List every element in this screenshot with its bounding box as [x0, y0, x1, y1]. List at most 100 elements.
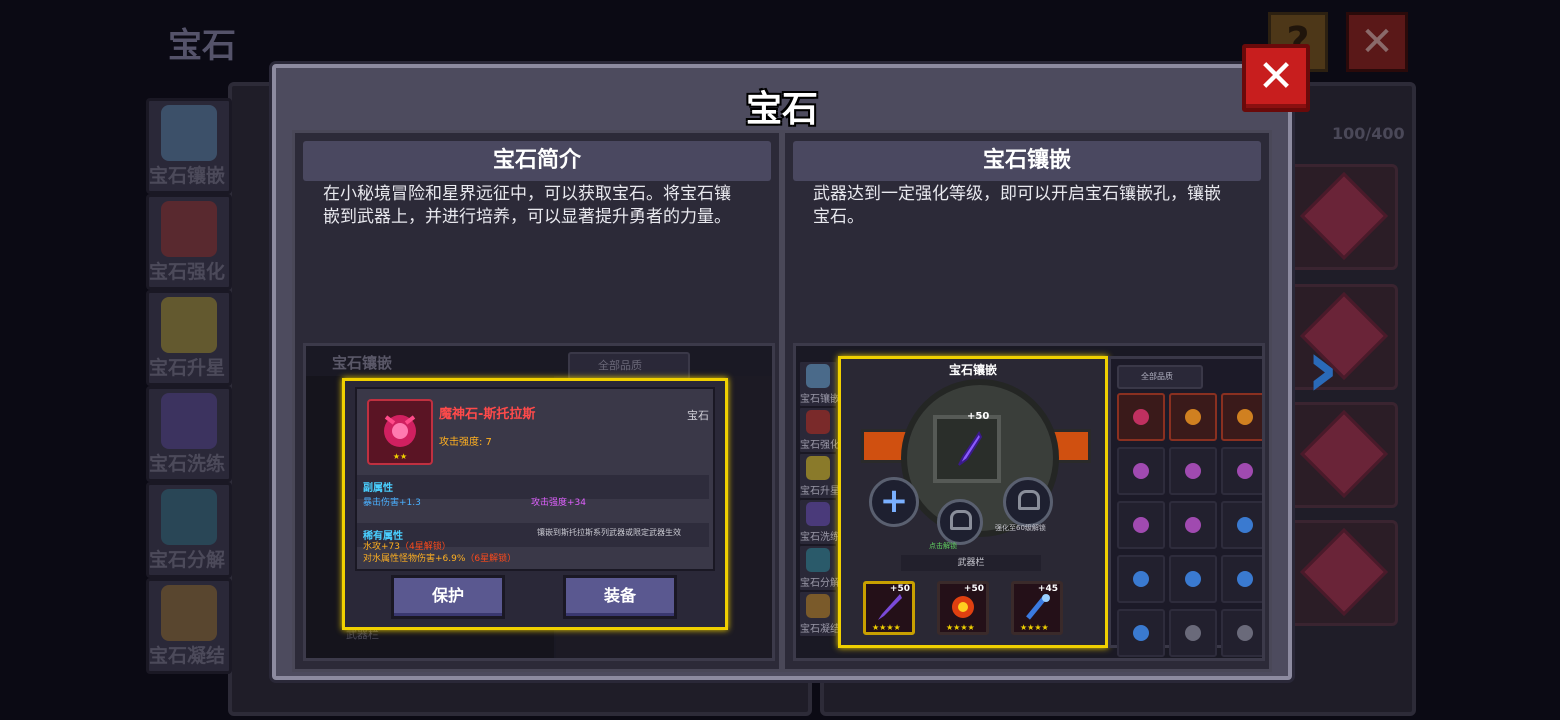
sword-icon [958, 431, 983, 466]
mini-tab-label: 宝石分解 [800, 578, 840, 589]
sub-attr-label: 副属性 [363, 483, 393, 494]
gem-icon [1133, 463, 1149, 479]
sidebar-item-label: 宝石洗练 [149, 453, 226, 475]
weapon-slot: +45 ★★★★ [1011, 581, 1063, 635]
sidebar-item-gem-enhance[interactable]: 宝石强化 [146, 194, 232, 290]
svg-text:★★: ★★ [393, 452, 407, 461]
screen-title: 宝石 [168, 26, 236, 66]
background-gem-slot[interactable] [1288, 164, 1398, 270]
preview-sidebar: 宝石镶嵌 宝石强化 宝石升星 宝石洗练 宝石分解 宝石凝结 [796, 360, 840, 658]
rare-attr-note: 镶嵌到斯托拉斯系列武器或限定武器生效 [537, 528, 681, 537]
sidebar-item-label: 宝石升星 [149, 357, 226, 379]
section-description: 在小秘境冒险和星界远征中，可以获取宝石。将宝石镶嵌到武器上，并进行培养，可以显著… [323, 184, 731, 227]
gem-decompose-icon [161, 489, 217, 545]
section-description: 武器达到一定强化等级，即可以开启宝石镶嵌孔，镶嵌宝石。 [813, 184, 1221, 227]
gem-icon [1185, 517, 1201, 533]
inlay-panel: 宝石镶嵌 +50 + 点击解锁 强化至60级解锁 武器栏 +50 ★★★★ +5… [838, 356, 1108, 648]
gem-icon [1237, 571, 1253, 587]
gem-attack-stat: 攻击强度: 7 [439, 437, 492, 448]
mini-tab: 宝石分解 [798, 544, 840, 592]
gem-name: 魔神石-斯托拉斯 [439, 407, 536, 422]
rare-attr-lock: （6星解锁） [465, 554, 517, 564]
gem-icon [1133, 625, 1149, 641]
mini-tab: 宝石洗练 [798, 498, 840, 546]
sidebar-item-gem-inlay[interactable]: 宝石镶嵌 [146, 98, 232, 194]
sidebar-item-gem-refine[interactable]: 宝石洗练 [146, 386, 232, 482]
gem-cell [1169, 555, 1217, 603]
weapon-bonus: +45 [1037, 584, 1058, 594]
sidebar-item-gem-decompose[interactable]: 宝石分解 [146, 482, 232, 578]
mini-tab-label: 宝石镶嵌 [800, 394, 840, 405]
inventory-capacity: 100/400 [1332, 124, 1405, 143]
gem-icon [1133, 409, 1149, 425]
gem-refine-icon [161, 393, 217, 449]
add-gem-slot: + [869, 477, 919, 527]
locked-slot [937, 499, 983, 545]
quality-filter-dropdown: 全部品质 [568, 352, 690, 380]
gem-icon [1237, 463, 1253, 479]
gem-detail-card: ★★ 魔神石-斯托拉斯 宝石 攻击强度: 7 副属性 暴击伤害+1.3 攻击强度… [342, 378, 728, 630]
gem-cell [1221, 501, 1262, 549]
mini-tab: 宝石强化 [798, 406, 840, 454]
sidebar-item-gem-star[interactable]: 宝石升星 [146, 290, 232, 386]
gem-inlay-section: 宝石镶嵌 武器达到一定强化等级，即可以开启宝石镶嵌孔，镶嵌宝石。 宝石镶嵌 宝石… [782, 130, 1272, 672]
chevron-right-icon[interactable]: › [1306, 322, 1339, 415]
lock-icon [1018, 490, 1040, 510]
locked-slot [1003, 477, 1053, 527]
inlay-panel-title: 宝石镶嵌 [948, 363, 997, 377]
gem-decompose-icon [806, 548, 830, 572]
background-gem-slot[interactable] [1288, 520, 1398, 626]
weapon-stars: ★★★★ [1020, 623, 1049, 632]
equip-button: 装备 [563, 575, 677, 619]
weapon-bonus: +50 [889, 584, 910, 594]
gem-star-icon [806, 456, 830, 480]
gem-enhance-icon [161, 201, 217, 257]
weapon-bar-label: 武器栏 [901, 555, 1041, 571]
background-gem-slot[interactable] [1288, 402, 1398, 508]
mini-tab: 宝石镶嵌 [798, 360, 840, 408]
gem-star-icon [161, 297, 217, 353]
gem-icon [1133, 517, 1149, 533]
gem-intro-section: 宝石简介 在小秘境冒险和星界远征中，可以获取宝石。将宝石镶嵌到武器上，并进行培养… [292, 130, 782, 672]
quality-filter-dropdown: 全部品质 [1117, 365, 1203, 389]
gem-cell [1169, 501, 1217, 549]
unlock-hint: 点击解锁 [929, 542, 957, 550]
weapon-slot: +50 ★★★★ [937, 581, 989, 635]
gem-icon [1185, 463, 1201, 479]
gem-icon [1185, 571, 1201, 587]
gem-icon [1300, 528, 1388, 616]
sub-attr-value: 暴击伤害+1.3 [363, 498, 421, 508]
dialog-close-button[interactable]: ✕ [1242, 44, 1310, 112]
gem-cell [1169, 393, 1217, 441]
intro-preview-image: 宝石镶嵌 全部品质 武器栏 ★★ 魔神石-斯托拉斯 宝石 攻击强度: 7 副属性… [303, 343, 775, 661]
sidebar-item-gem-condense[interactable]: 宝石凝结 [146, 578, 232, 674]
weapon-socket [933, 415, 1001, 483]
mini-tab-label: 宝石升星 [800, 486, 840, 497]
section-heading: 宝石简介 [303, 141, 771, 181]
gem-cell [1221, 609, 1262, 657]
rare-attr-value: 对水属性怪物伤害+6.9%（6星解锁） [363, 551, 516, 564]
plus-icon: + [879, 481, 909, 521]
fire-weapon-icon [952, 596, 974, 618]
gem-icon [1300, 172, 1388, 260]
lock-icon [950, 510, 972, 530]
gem-cell [1117, 447, 1165, 495]
mini-tab: 宝石升星 [798, 452, 840, 500]
gem-type: 宝石 [687, 409, 709, 422]
rare-attr-text: 对水属性怪物伤害+6.9% [363, 554, 466, 564]
staff-icon [1026, 594, 1050, 620]
sidebar-item-label: 宝石分解 [149, 549, 226, 571]
gem-icon [1300, 410, 1388, 498]
close-icon: ✕ [1360, 19, 1394, 65]
unlock-hint: 强化至60级解锁 [995, 524, 1046, 532]
weapon-stars: ★★★★ [872, 623, 901, 632]
gem-inventory-preview: 全部品质 [1108, 356, 1262, 657]
gem-cell [1221, 447, 1262, 495]
mini-tab-label: 宝石凝结 [800, 624, 840, 635]
background-gem-slot[interactable] [1288, 284, 1398, 390]
gem-icon [1237, 517, 1253, 533]
screen-close-button[interactable]: ✕ [1346, 12, 1408, 72]
demon-gem-icon: ★★ [367, 399, 433, 465]
gem-icon [1237, 625, 1253, 641]
sidebar-item-label: 宝石凝结 [149, 645, 226, 667]
